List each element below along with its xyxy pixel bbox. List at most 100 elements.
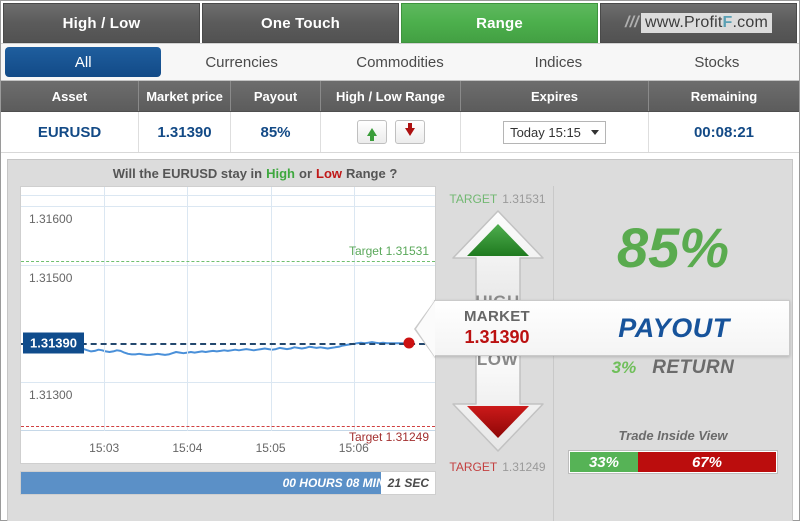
trade-inside-view-bar: 33% 67% bbox=[568, 450, 778, 474]
low-target-value: 1.31249 bbox=[502, 460, 546, 474]
chart-x-tick-label: 15:03 bbox=[89, 441, 120, 455]
category-tab-indices[interactable]: Indices bbox=[480, 47, 636, 77]
site-watermark: /// www.ProfitF.com bbox=[601, 4, 796, 42]
asset-payout: 85% bbox=[231, 112, 321, 152]
call-up-button[interactable] bbox=[356, 120, 387, 144]
arrow-down-icon bbox=[404, 123, 415, 136]
category-tab-label: All bbox=[74, 53, 92, 71]
market-payout-callout: MARKET 1.31390 PAYOUT bbox=[414, 300, 790, 358]
column-header-remaining[interactable]: Remaining bbox=[649, 81, 799, 111]
trade-question: Will the EURUSD stay in High or Low Rang… bbox=[8, 160, 792, 186]
table-column-headers: Asset Market price Payout High / Low Ran… bbox=[1, 81, 799, 112]
watermark-prefix: www.Profit bbox=[644, 14, 723, 31]
product-tab-extra[interactable]: /// www.ProfitF.com bbox=[600, 3, 797, 43]
expiry-cell: Today 15:15 bbox=[461, 112, 649, 152]
column-header-market-price[interactable]: Market price bbox=[139, 81, 231, 111]
question-high: High bbox=[266, 165, 295, 181]
chart-current-price-marker bbox=[403, 337, 415, 349]
low-target-label: TARGET 1.31249 bbox=[449, 458, 545, 476]
high-target-label: TARGET 1.31531 bbox=[449, 190, 545, 208]
asset-row[interactable]: EURUSD 1.31390 85% Today 15:15 00:08:21 bbox=[1, 112, 799, 153]
price-line-svg bbox=[43, 341, 409, 356]
low-arrow-button[interactable]: LOW bbox=[450, 342, 546, 454]
question-low: Low bbox=[316, 165, 342, 181]
product-tab-one-touch[interactable]: One Touch bbox=[202, 3, 399, 43]
chart-y-tick-label: 1.31500 bbox=[29, 270, 73, 285]
question-or: or bbox=[299, 165, 312, 181]
trade-inside-view-green[interactable]: 33% bbox=[570, 452, 638, 472]
category-tab-label: Indices bbox=[534, 53, 583, 71]
payout-label: PAYOUT bbox=[618, 312, 730, 343]
watermark-f: F bbox=[722, 14, 733, 31]
market-value: 1.31390 bbox=[464, 327, 530, 347]
column-header-payout[interactable]: Payout bbox=[231, 81, 321, 111]
chart-x-tick-label: 15:05 bbox=[255, 441, 286, 455]
expiry-progress-bar: 00 HOURS 08 MIN 21 SEC bbox=[20, 471, 436, 495]
direction-buttons bbox=[321, 112, 461, 152]
expiry-select[interactable]: Today 15:15 bbox=[503, 120, 606, 144]
watermark-suffix: .com bbox=[732, 14, 768, 31]
chart-target-line bbox=[21, 425, 435, 427]
watermark-slashes: /// bbox=[625, 14, 639, 31]
asset-remaining-time: 00:08:21 bbox=[693, 123, 755, 141]
category-tab-label: Stocks bbox=[694, 53, 740, 71]
question-part1: Will the EURUSD stay in bbox=[112, 165, 263, 181]
category-tab-currencies[interactable]: Currencies bbox=[163, 47, 319, 77]
chart-target-label: Target 1.31531 bbox=[348, 243, 429, 258]
product-tab-label: Range bbox=[476, 14, 523, 32]
product-tab-high-low[interactable]: High / Low bbox=[3, 3, 200, 43]
chart-price-badge: 1.31390 bbox=[23, 332, 84, 354]
category-tab-label: Commodities bbox=[356, 53, 444, 71]
market-label: MARKET bbox=[464, 308, 530, 325]
low-target-word: TARGET bbox=[449, 460, 498, 474]
price-chart[interactable]: 1.31600 1.31500 1.31300 15:03 15:04 15:05 15:0… bbox=[20, 186, 436, 464]
chart-y-tick-label: 1.31600 bbox=[29, 212, 73, 227]
category-tab-all[interactable]: All bbox=[5, 47, 162, 77]
put-down-button[interactable] bbox=[394, 120, 425, 144]
product-tabs: High / Low One Touch Range /// www.Profi… bbox=[1, 1, 799, 43]
chart-x-tick-label: 15:04 bbox=[172, 441, 203, 455]
question-part2: Range ? bbox=[346, 165, 398, 181]
return-percentage: 3% bbox=[611, 358, 637, 377]
chart-column: 1.31600 1.31500 1.31300 15:03 15:04 15:05 15:0… bbox=[8, 186, 442, 521]
category-tab-stocks[interactable]: Stocks bbox=[639, 47, 795, 77]
watermark-text: www.ProfitF.com bbox=[640, 13, 772, 33]
chart-gridline bbox=[21, 195, 435, 196]
chart-gridline bbox=[187, 187, 189, 431]
category-tabs: All Currencies Commodities Indices Stock… bbox=[1, 43, 799, 81]
chart-gridline bbox=[353, 187, 355, 431]
column-header-expires[interactable]: Expires bbox=[461, 81, 649, 111]
product-tab-label: One Touch bbox=[260, 14, 341, 32]
chevron-down-icon bbox=[590, 129, 599, 135]
chart-y-tick-label: 1.31300 bbox=[29, 387, 73, 402]
trade-inside-view-label: Trade Inside View bbox=[618, 428, 728, 443]
product-tab-range[interactable]: Range bbox=[401, 3, 598, 43]
product-tab-label: High / Low bbox=[62, 14, 141, 32]
chart-target-label: Target 1.31249 bbox=[348, 429, 429, 444]
progress-text: 00 HOURS 08 MIN 21 SEC bbox=[21, 476, 435, 490]
chart-gridline bbox=[104, 187, 106, 431]
column-header-asset[interactable]: Asset bbox=[1, 81, 139, 111]
expiry-value: Today 15:15 bbox=[510, 124, 581, 140]
chart-target-line bbox=[21, 260, 435, 262]
trading-app: High / Low One Touch Range /// www.Profi… bbox=[0, 0, 800, 521]
column-header-range[interactable]: High / Low Range bbox=[321, 81, 461, 111]
chart-gridline bbox=[21, 381, 435, 383]
payout-percentage: 85% bbox=[616, 215, 730, 279]
category-tab-commodities[interactable]: Commodities bbox=[322, 47, 478, 77]
category-tab-label: Currencies bbox=[205, 53, 278, 71]
trade-inside-view-red[interactable]: 67% bbox=[637, 452, 776, 472]
chart-gridline bbox=[270, 187, 272, 431]
trade-panel: Will the EURUSD stay in High or Low Rang… bbox=[7, 159, 793, 521]
market-callout: MARKET 1.31390 bbox=[435, 308, 559, 348]
progress-hours-min: 00 HOURS 08 MIN bbox=[282, 476, 385, 490]
asset-market-price: 1.31390 bbox=[139, 112, 231, 152]
asset-symbol: EURUSD bbox=[1, 112, 139, 152]
high-target-value: 1.31531 bbox=[502, 192, 546, 206]
arrow-up-icon bbox=[366, 128, 377, 141]
return-label: RETURN bbox=[652, 357, 735, 378]
chart-gridline bbox=[21, 206, 435, 208]
progress-seconds: 21 SEC bbox=[387, 476, 429, 490]
chart-gridline bbox=[21, 264, 435, 266]
high-target-word: TARGET bbox=[449, 192, 498, 206]
